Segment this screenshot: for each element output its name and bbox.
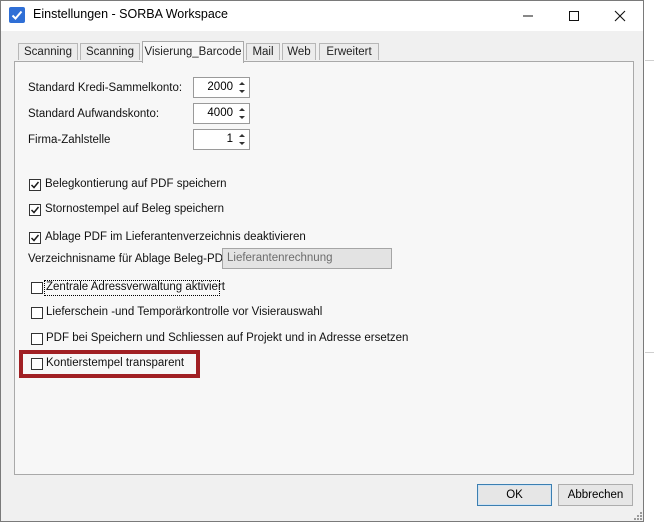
tab-panel-visierung-barcode: Standard Kredi-Sammelkonto: 2000 Standar… xyxy=(14,61,634,475)
ablage-pdf-checkbox[interactable] xyxy=(29,232,41,244)
aufwandskonto-value[interactable]: 4000 xyxy=(207,107,233,119)
close-button[interactable] xyxy=(597,1,643,31)
checkmark-icon xyxy=(30,234,40,242)
tab-scanning-2[interactable]: Scanning xyxy=(80,43,140,60)
checkmark-icon xyxy=(30,181,40,189)
tab-web[interactable]: Web xyxy=(282,43,316,60)
kredi-sammelkonto-spinner[interactable]: 2000 xyxy=(193,77,250,98)
title-bar[interactable]: Einstellungen - SORBA Workspace xyxy=(1,1,643,31)
cancel-button[interactable]: Abbrechen xyxy=(558,484,633,506)
aufwandskonto-label: Standard Aufwandskonto: xyxy=(28,108,160,120)
resize-grip-icon[interactable] xyxy=(631,509,643,521)
ok-button[interactable]: OK xyxy=(477,484,552,506)
pdf-ersetzen-label[interactable]: PDF bei Speichern und Schliessen auf Pro… xyxy=(46,332,408,344)
spinner-arrows-icon[interactable] xyxy=(236,131,248,148)
stornostempel-label[interactable]: Stornostempel auf Beleg speichern xyxy=(45,203,224,215)
close-icon xyxy=(614,10,626,22)
window-title: Einstellungen - SORBA Workspace xyxy=(33,7,229,21)
minimize-icon xyxy=(523,15,533,17)
verzeichnisname-label: Verzeichnisname für Ablage Beleg-PDF: xyxy=(28,253,234,265)
ablage-pdf-label[interactable]: Ablage PDF im Lieferantenverzeichnis dea… xyxy=(45,231,306,243)
settings-dialog: Einstellungen - SORBA Workspace Scanning… xyxy=(0,0,644,522)
minimize-button[interactable] xyxy=(505,1,551,31)
firma-zahlstelle-value[interactable]: 1 xyxy=(227,133,233,145)
lieferschein-checkbox[interactable] xyxy=(31,307,43,319)
maximize-button[interactable] xyxy=(551,1,597,31)
belegkontierung-checkbox[interactable] xyxy=(29,179,41,191)
pdf-ersetzen-checkbox[interactable] xyxy=(31,333,43,345)
app-check-icon xyxy=(9,7,25,23)
belegkontierung-label[interactable]: Belegkontierung auf PDF speichern xyxy=(45,178,227,190)
zentrale-adressverwaltung-label[interactable]: Zentrale Adressverwaltung aktiviert xyxy=(46,281,225,293)
background-divider xyxy=(645,352,654,353)
kredi-sammelkonto-value[interactable]: 2000 xyxy=(207,81,233,93)
tab-scanning-1[interactable]: Scanning xyxy=(18,43,78,60)
firma-zahlstelle-label: Firma-Zahlstelle xyxy=(28,134,111,146)
stornostempel-checkbox[interactable] xyxy=(29,204,41,216)
firma-zahlstelle-spinner[interactable]: 1 xyxy=(193,129,250,150)
aufwandskonto-spinner[interactable]: 4000 xyxy=(193,103,250,124)
zentrale-adressverwaltung-checkbox[interactable] xyxy=(31,282,43,294)
annotation-highlight-box xyxy=(19,350,200,378)
spinner-arrows-icon[interactable] xyxy=(236,105,248,122)
tab-erweitert[interactable]: Erweitert xyxy=(319,43,379,60)
background-divider xyxy=(645,60,654,61)
maximize-icon xyxy=(569,11,579,21)
lieferschein-label[interactable]: Lieferschein -und Temporärkontrolle vor … xyxy=(46,306,322,318)
checkmark-icon xyxy=(30,206,40,214)
spinner-arrows-icon[interactable] xyxy=(236,79,248,96)
tab-visierung-barcode[interactable]: Visierung_Barcode xyxy=(142,41,244,63)
kredi-sammelkonto-label: Standard Kredi-Sammelkonto: xyxy=(28,82,183,94)
verzeichnisname-field[interactable]: Lieferantenrechnung xyxy=(222,248,392,269)
tab-mail[interactable]: Mail xyxy=(246,43,280,60)
